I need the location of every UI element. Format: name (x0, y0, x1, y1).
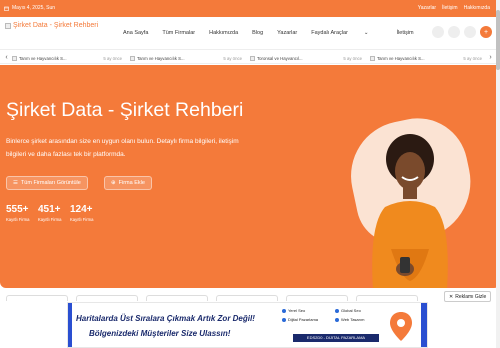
view-all-companies-button[interactable]: ☰ Tüm Firmaları Görüntüle (6, 176, 88, 190)
ad-feature-label: Dijital Pazarlama (288, 317, 319, 322)
thumbnail-icon (130, 55, 135, 61)
theme-toggle-icon[interactable] (464, 26, 476, 38)
add-company-label: Firma Ekle (118, 180, 145, 186)
list-icon: ☰ (13, 180, 18, 186)
stat-block: 124+ Kayıtlı Firma (70, 204, 94, 222)
add-company-button[interactable]: ⊕ Firma Ekle (104, 176, 152, 190)
thumbnail-icon (12, 55, 17, 61)
main-nav: Ana Sayfa Tüm Firmalar Hakkımızda Blog Y… (123, 30, 428, 36)
news-ticker: ‹ Tarım ve Hayvancılık S... 5 ay önce Ta… (0, 49, 500, 64)
hero-person-illustration (372, 134, 448, 288)
ad-promo-code: EDS2D0 - DIJITAL PAZARLAMA (293, 334, 379, 342)
chevron-left-icon[interactable]: ‹ (2, 53, 11, 62)
add-icon[interactable]: + (480, 26, 492, 38)
hide-ad-button[interactable]: ✕ Reklamı Gizle (444, 291, 492, 302)
close-icon: ✕ (449, 293, 454, 300)
nav-blog[interactable]: Blog (252, 30, 263, 36)
stat-number: 124+ (70, 204, 93, 215)
stat-label: Kayıtlı Firma (6, 217, 30, 222)
stat-label: Kayıtlı Firma (70, 217, 94, 222)
date-text: Mayıs 4, 2025, Sun (12, 5, 56, 11)
check-icon (335, 317, 339, 322)
stat-number: 451+ (38, 204, 61, 215)
ad-stripe (421, 303, 427, 347)
ticker-title: Tarım ve Hayvancılık S... (137, 55, 185, 61)
hero-title: Şirket Data - Şirket Rehberi (6, 99, 244, 121)
plus-circle-icon: ⊕ (111, 180, 116, 186)
ad-feature-label: Global Seo (341, 308, 361, 313)
logo-alt-text: Şirket Data - Şirket Rehberi (13, 22, 99, 29)
map-pin-icon (390, 312, 412, 341)
ticker-time: 5 ay önce (463, 55, 482, 61)
nav-tools[interactable]: Faydalı Araçlar ⌄ (311, 30, 382, 36)
check-icon (282, 317, 286, 322)
nav-home[interactable]: Ana Sayfa (123, 30, 148, 36)
broken-image-icon (5, 22, 11, 29)
ticker-item[interactable]: Toronsal ve Hayvancıl... 5 ay önce (250, 54, 362, 62)
stat-block: 555+ Kayıtlı Firma (6, 204, 30, 222)
ticker-item[interactable]: Tarım ve Hayvancılık S... 5 ay önce (370, 54, 482, 62)
search-icon[interactable] (432, 26, 444, 38)
nav-authors[interactable]: Yazarlar (277, 30, 297, 36)
ad-features: Yerel Seo Global Seo Dijital Pazarlama W… (282, 308, 388, 322)
ad-banner[interactable]: Haritalarda Üst Sıralara Çıkmak Artık Zo… (67, 302, 428, 348)
chevron-right-icon[interactable]: › (486, 53, 495, 62)
thumbnail-icon (250, 55, 255, 61)
top-link-authors[interactable]: Yazarlar (418, 5, 436, 11)
top-link-contact[interactable]: İletişim (442, 5, 458, 11)
hero-description: Binlerce şirket arasından size en uygun … (6, 138, 239, 158)
category-card[interactable] (76, 295, 138, 301)
ad-subline: Bölgenizdeki Müşteriler Size Ulassın! (89, 329, 231, 338)
ticker-item[interactable]: Tarım ve Hayvancılık S... 5 ay önce (130, 54, 242, 62)
chevron-down-icon: ⌄ (363, 30, 369, 36)
ad-feature-label: Web Tasarım (341, 317, 365, 322)
category-card[interactable] (286, 295, 348, 301)
site-header: Şirket Data - Şirket Rehberi Ana Sayfa T… (0, 17, 500, 49)
scrollbar-thumb[interactable] (496, 10, 500, 70)
site-logo[interactable]: Şirket Data - Şirket Rehberi (5, 22, 98, 29)
view-all-label: Tüm Firmaları Görüntüle (20, 180, 81, 186)
page-scrollbar[interactable] (496, 0, 500, 348)
category-card[interactable] (216, 295, 278, 301)
check-icon (335, 308, 339, 313)
nav-tools-label: Faydalı Araçlar (311, 30, 348, 36)
category-card[interactable] (356, 295, 418, 301)
ticker-title: Toronsal ve Hayvancıl... (257, 55, 303, 61)
ticker-title: Tarım ve Hayvancılık S... (377, 55, 425, 61)
ad-feature: Yerel Seo (282, 308, 335, 313)
ticker-item[interactable]: Tarım ve Hayvancılık S... 5 ay önce (12, 54, 122, 62)
category-card[interactable] (146, 295, 208, 301)
ticker-time: 5 ay önce (343, 55, 362, 61)
category-card[interactable] (6, 295, 68, 301)
ad-feature: Web Tasarım (335, 317, 388, 322)
ticker-time: 5 ay önce (103, 55, 122, 61)
nav-all-companies[interactable]: Tüm Firmalar (162, 30, 195, 36)
stat-label: Kayıtlı Firma (38, 217, 62, 222)
check-icon (282, 308, 286, 313)
thumbnail-icon (370, 55, 375, 61)
top-link-about[interactable]: Hakkımızda (464, 5, 490, 11)
stat-block: 451+ Kayıtlı Firma (38, 204, 62, 222)
ticker-time: 5 ay önce (223, 55, 242, 61)
hero-section: Şirket Data - Şirket Rehberi Binlerce şi… (0, 65, 500, 288)
calendar-icon (4, 6, 9, 11)
user-icon[interactable] (448, 26, 460, 38)
ad-feature: Global Seo (335, 308, 388, 313)
ad-headline: Haritalarda Üst Sıralara Çıkmak Artık Zo… (76, 314, 255, 323)
ticker-title: Tarım ve Hayvancılık S... (19, 55, 67, 61)
date-display: Mayıs 4, 2025, Sun (4, 5, 55, 11)
nav-about[interactable]: Hakkımızda (209, 30, 238, 36)
ad-feature-label: Yerel Seo (288, 308, 306, 313)
ad-stripe (68, 303, 72, 347)
nav-contact[interactable]: İletişim (397, 30, 414, 36)
stat-number: 555+ (6, 204, 29, 215)
ad-feature: Dijital Pazarlama (282, 317, 335, 322)
top-bar: Mayıs 4, 2025, Sun Yazarlar İletişim Hak… (0, 0, 500, 17)
hide-ad-label: Reklamı Gizle (455, 293, 487, 300)
